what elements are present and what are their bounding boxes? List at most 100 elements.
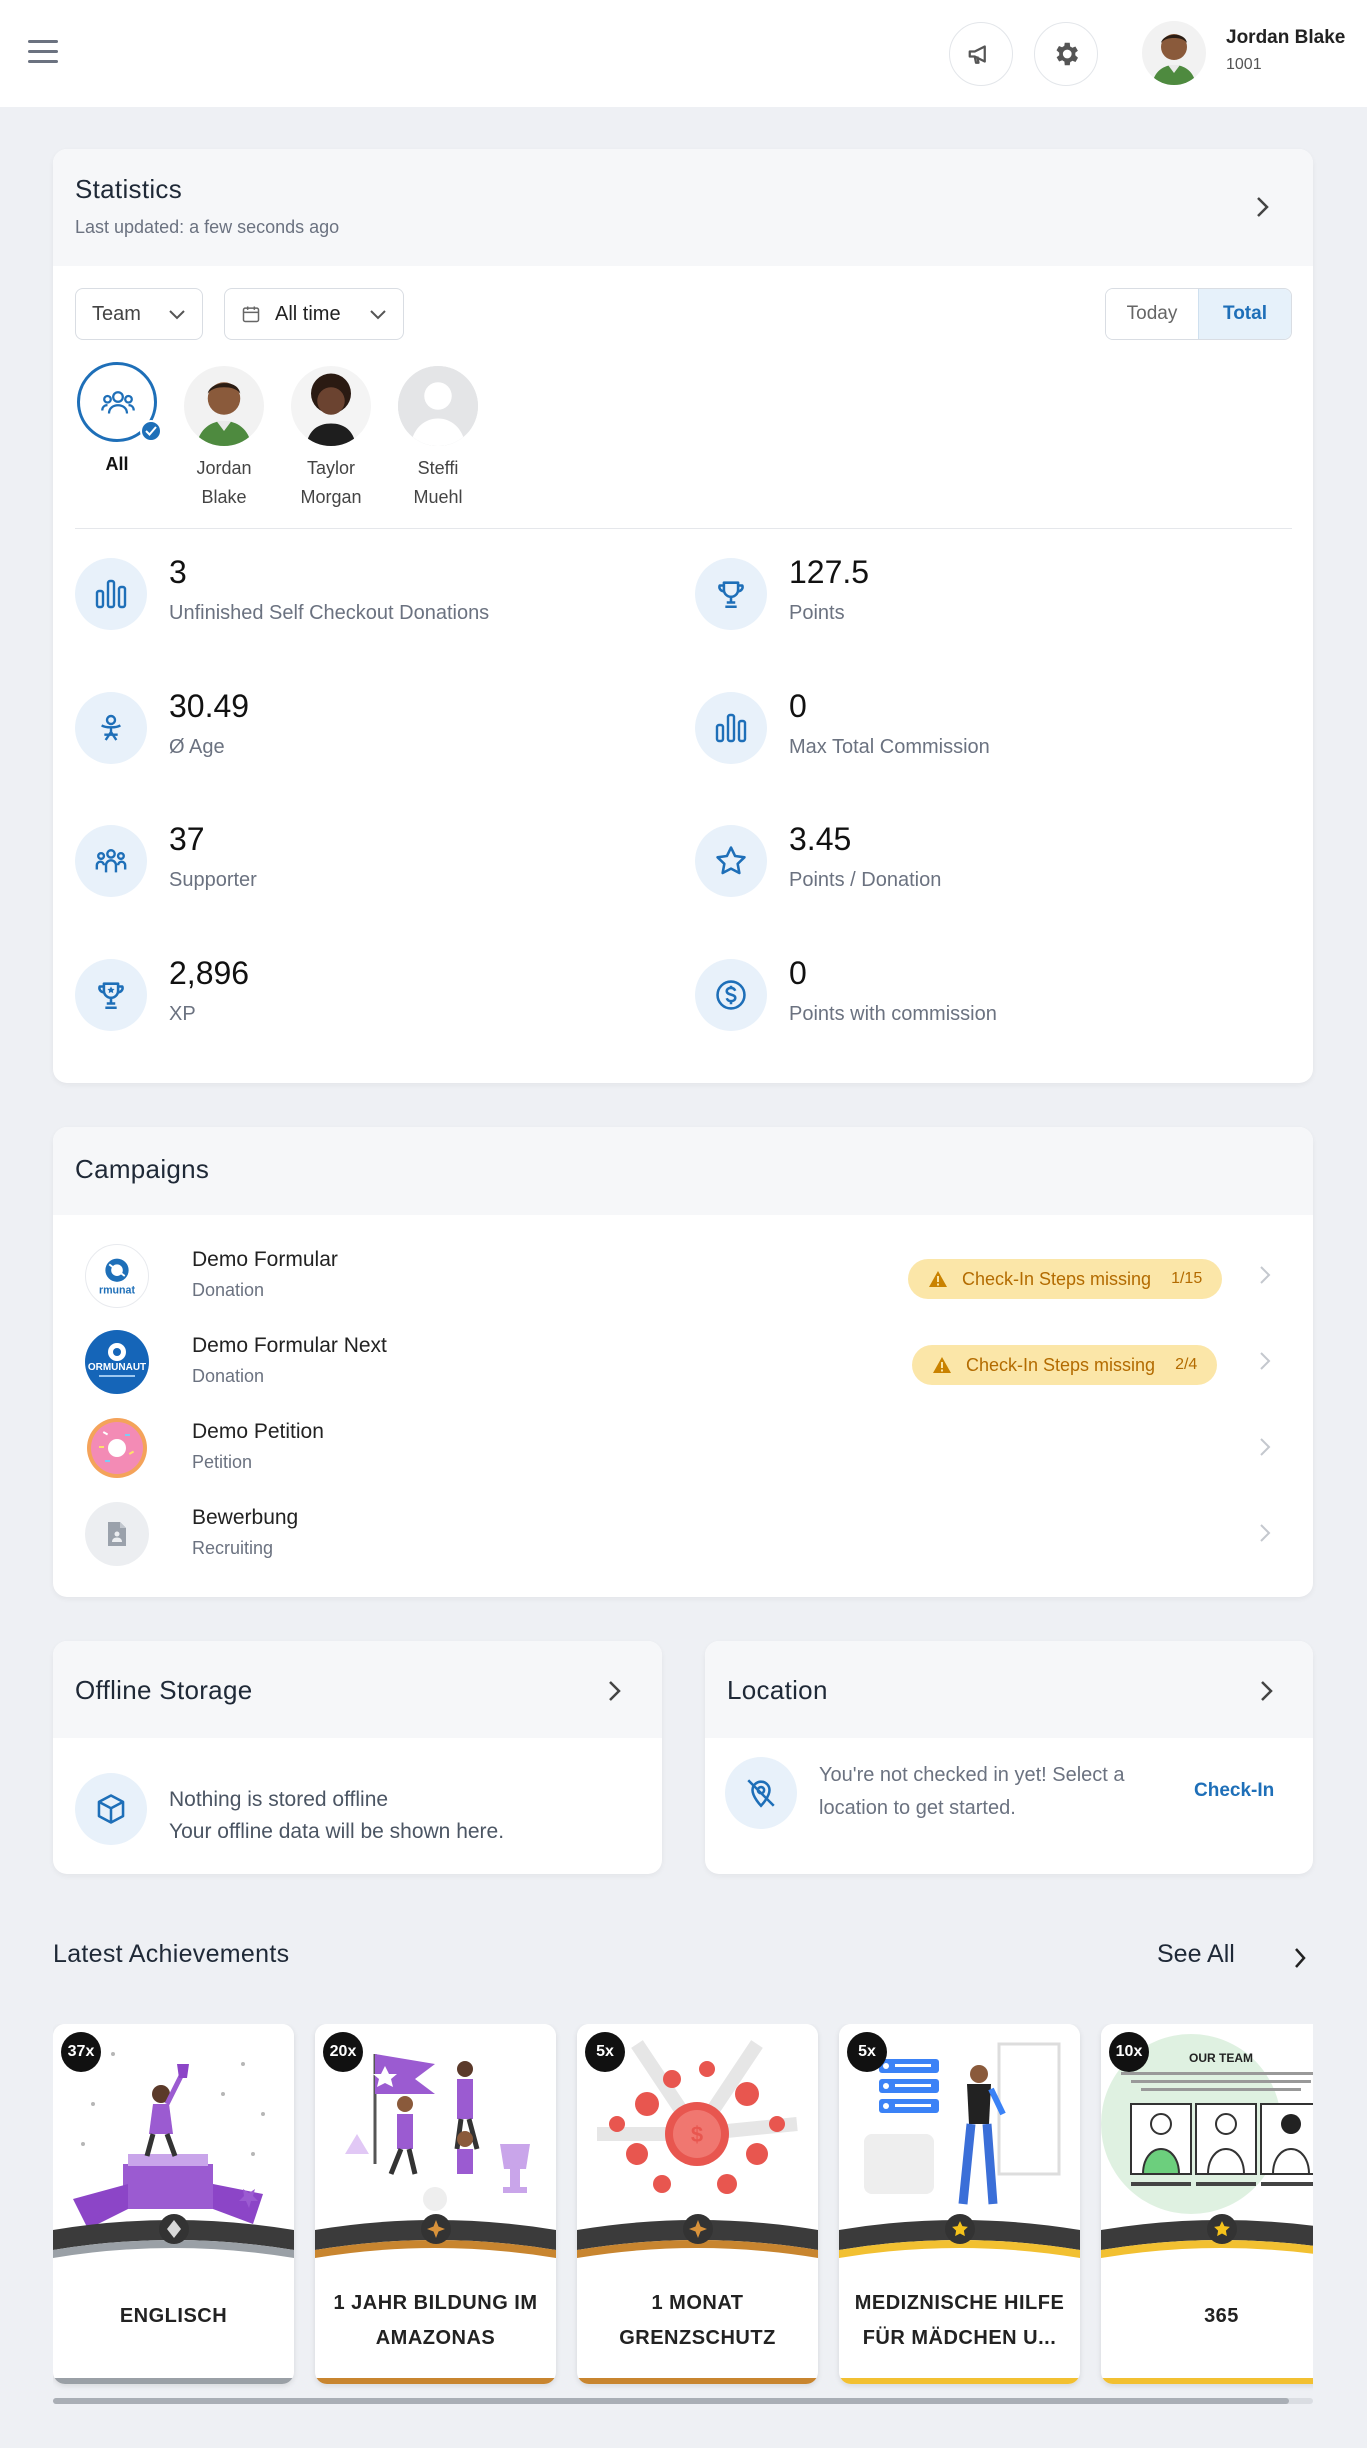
tier-bar [315, 2378, 556, 2384]
offline-storage-title: Offline Storage [75, 1675, 253, 1705]
campaigns-title: Campaigns [75, 1154, 210, 1184]
stat-label: Points with commission [789, 1003, 997, 1025]
gear-icon [1056, 42, 1078, 66]
campaign-row[interactable]: Bewerbung Recruiting [53, 1491, 1313, 1577]
location-title: Location [727, 1675, 828, 1705]
location-line-2: location to get started. [819, 1797, 1016, 1819]
see-all-link[interactable]: See All [1157, 1940, 1235, 1969]
achievement-title: 1 JAHR BILDUNG IM AMAZONAS [333, 2292, 538, 2349]
member-name: Steffi Muehl [413, 458, 463, 507]
bar-chart-icon [75, 558, 147, 630]
avatar [291, 366, 371, 446]
stat-label: Ø Age [169, 736, 225, 758]
last-updated-text: Last updated: a few seconds ago [75, 217, 340, 237]
gold-star-icon [945, 2214, 975, 2244]
warning-count: 2/4 [1175, 1356, 1198, 1373]
achievement-card[interactable]: $ 5x 1 MONAT GRENZSCHUTZ [577, 2024, 818, 2384]
time-range-value: All time [275, 302, 341, 325]
chevron-right-icon[interactable] [606, 1679, 622, 1703]
carousel-scrollbar-thumb[interactable] [53, 2398, 1289, 2404]
stat-value: 0 [789, 955, 807, 991]
statistics-header[interactable]: Statistics Last updated: a few seconds a… [53, 149, 1313, 266]
campaign-name: Demo Formular Next [192, 1334, 387, 1357]
campaign-type: Donation [192, 1366, 265, 1386]
count-badge: 5x [847, 2032, 887, 2072]
achievements-carousel[interactable]: 37x ENGLISCH 20x 1 JAHR BILDUNG IM AMAZO… [53, 2024, 1313, 2404]
trophy-icon [75, 959, 147, 1031]
announcements-button[interactable] [949, 22, 1013, 86]
count-badge: 37x [61, 2032, 101, 2072]
top-bar: Jordan Blake 1001 [0, 0, 1367, 107]
chevron-right-icon[interactable] [1254, 195, 1270, 219]
campaign-logo: rmunat [85, 1244, 149, 1308]
menu-icon[interactable] [28, 40, 58, 66]
campaigns-card: Campaigns rmunat Demo Formular Donation … [53, 1127, 1313, 1597]
count-badge: 20x [323, 2032, 363, 2072]
count-badge: 5x [585, 2032, 625, 2072]
location-header[interactable]: Location [705, 1641, 1313, 1738]
warning-text: Check-In Steps missing [962, 1268, 1152, 1289]
warning-text: Check-In Steps missing [966, 1354, 1156, 1375]
warning-badge: Check-In Steps missing 1/15 [908, 1259, 1223, 1299]
campaign-logo-text: ORMUNAUT [88, 1362, 146, 1373]
count-badge: 10x [1109, 2032, 1149, 2072]
stat-value: 3.45 [789, 821, 852, 857]
campaign-row[interactable]: Demo Petition Petition [53, 1405, 1313, 1491]
star-icon [695, 825, 767, 897]
achievement-card[interactable]: 37x ENGLISCH [53, 2024, 294, 2384]
check-in-button[interactable]: Check-In [1194, 1780, 1274, 1802]
stat-average-age: 30.49 Ø Age [75, 688, 635, 768]
achievement-card[interactable]: 5x MEDIZNISCHE HILFE FÜR MÄDCHEN U... [839, 2024, 1080, 2384]
member-all[interactable]: All [62, 362, 172, 479]
settings-button[interactable] [1034, 22, 1098, 86]
stat-value: 30.49 [169, 688, 250, 724]
team-select[interactable]: Team [75, 288, 203, 340]
chevron-right-icon[interactable] [1293, 1947, 1307, 1969]
warning-icon [929, 1271, 947, 1287]
chevron-down-icon [370, 310, 386, 320]
toggle-today[interactable]: Today [1106, 289, 1198, 339]
chevron-right-icon [1260, 1524, 1271, 1542]
campaign-name: Demo Petition [192, 1420, 324, 1443]
offline-storage-header[interactable]: Offline Storage [53, 1641, 662, 1738]
bronze-star-icon [683, 2214, 713, 2244]
member-name: Taylor Morgan [300, 458, 362, 507]
tier-bar [577, 2378, 818, 2384]
offline-storage-card: Offline Storage Nothing is stored offlin… [53, 1641, 662, 1874]
tier-bar [839, 2378, 1080, 2384]
tier-bar [53, 2378, 294, 2384]
avatar [184, 366, 264, 446]
offline-empty-text: Nothing is stored offline Your offline d… [169, 1784, 504, 1848]
dollar-icon [695, 959, 767, 1031]
chevron-right-icon[interactable] [1258, 1679, 1274, 1703]
document-logo [85, 1502, 149, 1566]
tier-bar [1101, 2378, 1313, 2384]
member-steffi-muehl[interactable]: Steffi Muehl [383, 366, 493, 512]
campaign-type: Donation [192, 1280, 265, 1300]
stat-max-commission: 0 Max Total Commission [695, 688, 1255, 768]
achievements-title: Latest Achievements [53, 1940, 290, 1968]
achievement-card[interactable]: OUR TEAM 10x 365 [1101, 2024, 1313, 2384]
member-jordan-blake[interactable]: Jordan Blake [169, 366, 279, 512]
offline-line-1: Nothing is stored offline [169, 1788, 389, 1811]
gold-star-icon [1207, 2214, 1237, 2244]
team-avatar [77, 362, 162, 442]
toggle-total[interactable]: Total [1198, 289, 1291, 339]
member-taylor-morgan[interactable]: Taylor Morgan [276, 366, 386, 512]
chevron-down-icon [169, 310, 185, 320]
donut-logo [85, 1416, 149, 1480]
campaigns-header: Campaigns [53, 1127, 1313, 1215]
campaign-type: Petition [192, 1452, 253, 1472]
stat-value: 127.5 [789, 554, 870, 590]
campaign-row[interactable]: ORMUNAUT Demo Formular Next Donation Che… [53, 1319, 1313, 1405]
avatar[interactable] [1142, 21, 1206, 85]
period-toggle: Today Total [1105, 288, 1292, 340]
chevron-right-icon [1260, 1438, 1271, 1456]
campaign-row[interactable]: rmunat Demo Formular Donation Check-In S… [53, 1233, 1313, 1319]
stat-supporter: 37 Supporter [75, 821, 635, 901]
location-card: Location You're not checked in yet! Sele… [705, 1641, 1313, 1874]
bar-chart-icon [695, 692, 767, 764]
time-range-select[interactable]: All time [224, 288, 404, 340]
achievement-card[interactable]: 20x 1 JAHR BILDUNG IM AMAZONAS [315, 2024, 556, 2384]
stat-value: 3 [169, 554, 187, 590]
